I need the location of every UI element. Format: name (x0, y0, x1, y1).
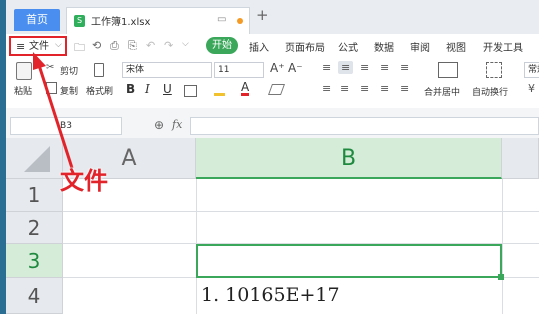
annotation-arrow (33, 52, 74, 169)
annotation-label: 文件 (60, 167, 108, 195)
